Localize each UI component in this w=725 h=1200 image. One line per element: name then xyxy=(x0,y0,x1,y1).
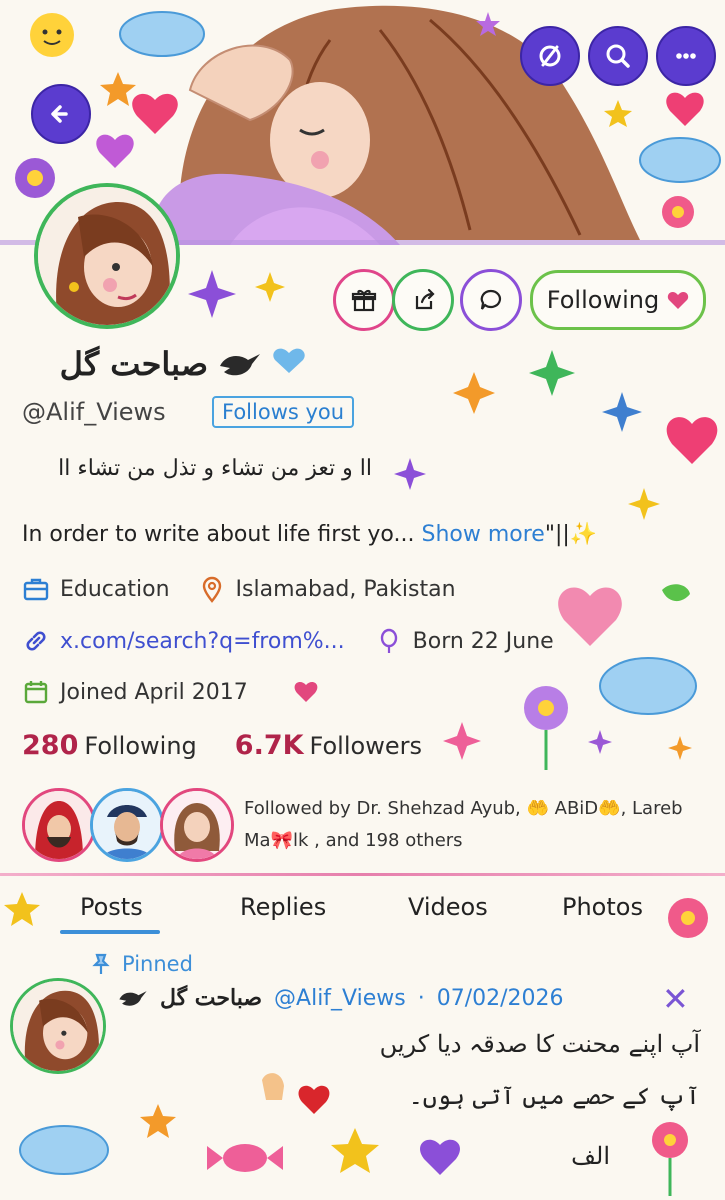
decorative-doodles xyxy=(4,270,718,1196)
